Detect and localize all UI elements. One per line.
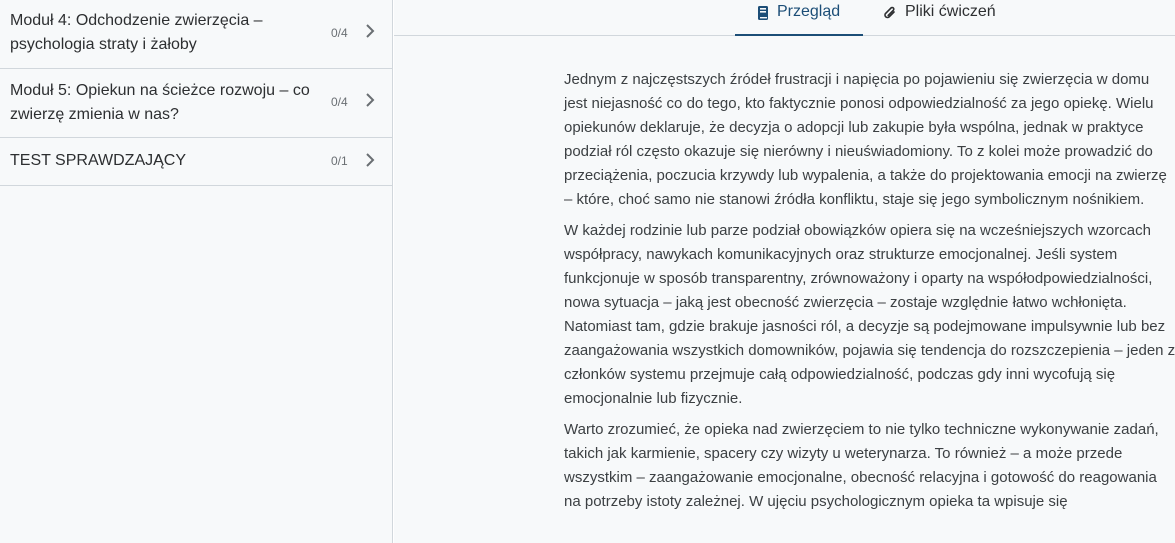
module-progress: 0/1 xyxy=(331,154,348,168)
module-item-test[interactable]: TEST SPRAWDZAJĄCY 0/1 xyxy=(0,138,392,186)
paperclip-icon xyxy=(884,6,895,19)
module-title: TEST SPRAWDZAJĄCY xyxy=(10,152,187,169)
tab-overview-label: Przegląd xyxy=(777,3,841,20)
module-title: Moduł 4: Odchodzenie zwierzęcia – psycho… xyxy=(10,12,263,53)
chevron-right-icon xyxy=(366,93,375,107)
tab-exercise-files[interactable]: Pliki ćwiczeń xyxy=(883,0,1023,36)
tab-exercise-files-label: Pliki ćwiczeń xyxy=(905,3,996,20)
chevron-right-icon xyxy=(366,153,375,167)
paragraph: Jednym z najczęstszych źródeł frustracji… xyxy=(564,71,1167,208)
sidebar: Moduł 4: Odchodzenie zwierzęcia – psycho… xyxy=(0,0,393,543)
tab-overview[interactable]: Przegląd xyxy=(735,0,863,36)
chevron-right-icon xyxy=(366,24,375,38)
paragraph: W każdej rodzinie lub parze podział obow… xyxy=(564,222,1175,407)
module-title: Moduł 5: Opiekun na ścieżce rozwoju – co… xyxy=(10,82,310,123)
module-progress: 0/4 xyxy=(331,26,348,40)
module-item-5[interactable]: Moduł 5: Opiekun na ścieżce rozwoju – co… xyxy=(0,69,392,138)
module-item-4[interactable]: Moduł 4: Odchodzenie zwierzęcia – psycho… xyxy=(0,0,392,69)
paragraph: Warto zrozumieć, że opieka nad zwierzęci… xyxy=(564,421,1159,510)
book-icon xyxy=(758,6,768,20)
tab-bar: Przegląd Pliki ćwiczeń xyxy=(394,0,1175,36)
module-progress: 0/4 xyxy=(331,95,348,109)
main-content: Przegląd Pliki ćwiczeń Jednym z najczęst… xyxy=(394,0,1175,543)
lesson-overview-text: Jednym z najczęstszych źródeł frustracji… xyxy=(564,68,1175,521)
